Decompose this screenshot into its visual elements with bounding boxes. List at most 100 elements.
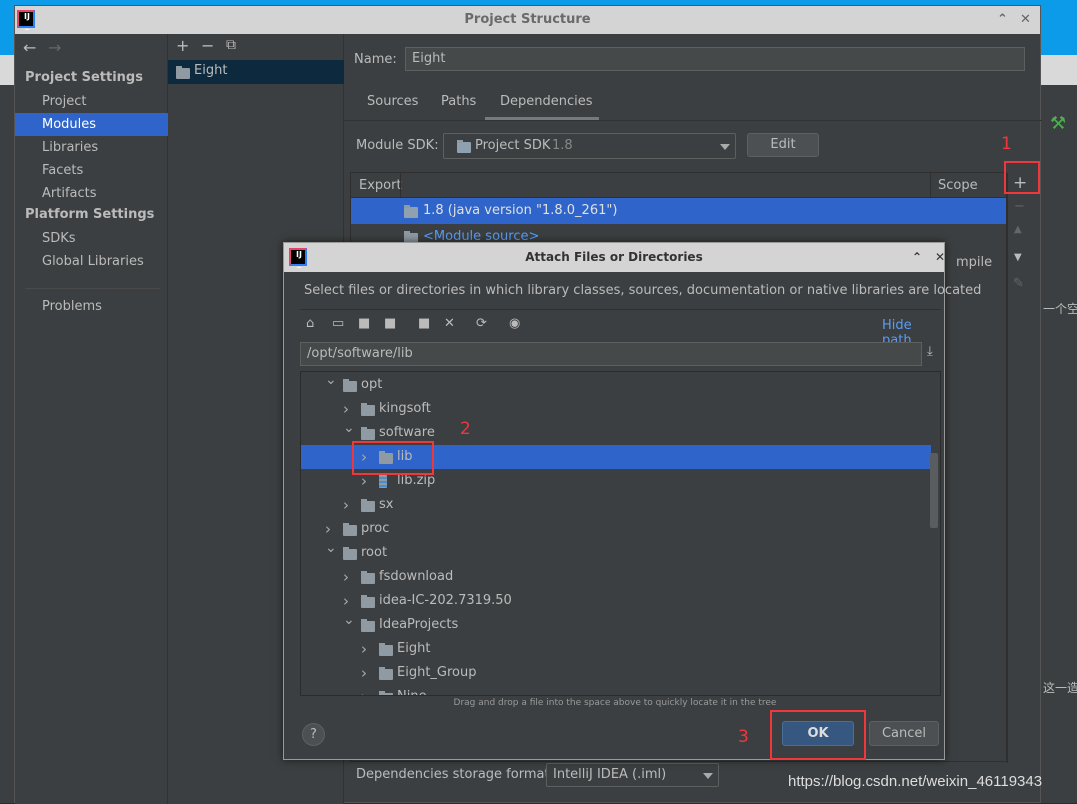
build-hammer-icon[interactable]: ⚒ — [1050, 113, 1066, 134]
home-icon[interactable]: ⌂ — [306, 316, 314, 331]
sidebar-item-facets[interactable]: Facets — [15, 159, 168, 182]
tree-node[interactable]: › Eight — [301, 637, 931, 661]
close-icon[interactable]: ✕ — [1020, 6, 1031, 34]
sidebar-item-sdks[interactable]: SDKs — [15, 227, 168, 250]
sidebar-item-problems[interactable]: Problems — [15, 295, 168, 318]
name-label: Name: — [354, 52, 397, 67]
annotation-number-1: 1 — [1001, 134, 1012, 154]
chevron-down-icon[interactable]: ⌄ — [325, 536, 337, 560]
tab-dependencies[interactable]: Dependencies — [500, 94, 593, 109]
move-up-icon[interactable]: ▲ — [1014, 224, 1022, 235]
column-scope[interactable]: Scope — [938, 178, 978, 193]
folder-icon — [361, 427, 375, 440]
background-text: 这一造 — [1043, 681, 1077, 695]
new-folder-icon[interactable]: ■ — [418, 316, 430, 331]
chevron-right-icon[interactable]: › — [361, 685, 367, 695]
tab-paths[interactable]: Paths — [441, 94, 476, 109]
back-arrow-icon[interactable]: ← — [23, 38, 36, 57]
tree-node[interactable]: › idea-IC-202.7319.50 — [301, 589, 931, 613]
cancel-button[interactable]: Cancel — [869, 721, 939, 746]
tree-node[interactable]: ⌄ IdeaProjects — [301, 612, 931, 637]
tree-node[interactable]: › sx — [301, 493, 931, 517]
tree-node-label: proc — [361, 521, 390, 536]
dialog-title: Attach Files or Directories — [525, 250, 703, 264]
chevron-right-icon[interactable]: › — [343, 493, 349, 517]
tree-node[interactable]: › proc — [301, 517, 931, 541]
sidebar-item-modules[interactable]: Modules — [15, 113, 168, 136]
forward-arrow-icon[interactable]: → — [48, 38, 61, 57]
section-platform-settings: Platform Settings — [25, 207, 155, 222]
tree-node[interactable]: › kingsoft — [301, 397, 931, 421]
tree-node-label: root — [361, 545, 388, 560]
chevron-right-icon[interactable]: › — [361, 661, 367, 685]
close-icon[interactable]: ✕ — [935, 243, 945, 272]
path-field[interactable]: /opt/software/lib — [300, 342, 922, 366]
sidebar-item-artifacts[interactable]: Artifacts — [15, 182, 168, 205]
zip-file-icon — [379, 473, 387, 488]
storage-format-value: IntelliJ IDEA (.iml) — [553, 767, 667, 782]
window-title: Project Structure — [464, 12, 591, 27]
help-button[interactable]: ? — [302, 723, 325, 746]
remove-icon[interactable]: − — [201, 36, 214, 55]
move-down-icon[interactable]: ▼ — [1014, 252, 1022, 263]
add-icon[interactable]: + — [176, 36, 189, 55]
project-folder-icon[interactable]: ■ — [358, 316, 370, 331]
tree-scrollbar[interactable] — [930, 453, 938, 528]
chevron-right-icon[interactable]: › — [343, 565, 349, 589]
scope-select[interactable]: mpile — [956, 255, 992, 270]
remove-dependency-icon[interactable]: − — [1014, 199, 1025, 214]
chevron-right-icon[interactable]: › — [361, 637, 367, 661]
module-sdk-select[interactable]: Project SDK 1.8 — [443, 133, 736, 159]
download-icon[interactable]: ⤓ — [927, 344, 933, 359]
sidebar-item-global-libraries[interactable]: Global Libraries — [15, 250, 168, 273]
tree-node-label: kingsoft — [379, 401, 431, 416]
watermark: https://blog.csdn.net/weixin_46119343 — [788, 773, 1043, 790]
delete-icon[interactable]: ✕ — [444, 316, 455, 331]
module-sdk-label: Module SDK: — [356, 138, 439, 153]
refresh-icon[interactable]: ⟳ — [476, 316, 487, 331]
sidebar-item-project[interactable]: Project — [15, 90, 168, 113]
divider — [25, 288, 160, 289]
table-row[interactable]: 1.8 (java version "1.8.0_261") — [351, 198, 1006, 224]
chevron-down-icon[interactable]: ⌄ — [325, 372, 337, 392]
file-tree[interactable]: ⌄ opt › kingsoft ⌄ software › lib › lib.zip › sx › pr… — [300, 371, 941, 696]
sdk-folder-icon — [457, 140, 471, 153]
tree-node-label: Nine — [397, 685, 427, 695]
sidebar: ← → Project Settings Project Modules Lib… — [15, 34, 168, 804]
storage-format-select[interactable]: IntelliJ IDEA (.iml) — [546, 763, 719, 787]
dialog-description: Select files or directories in which lib… — [304, 283, 982, 298]
divider — [1007, 173, 1008, 763]
folder-icon — [343, 379, 357, 392]
tree-node[interactable]: › Nine — [301, 685, 931, 695]
desktop-icon[interactable]: ▭ — [332, 316, 344, 331]
chevron-down-icon[interactable]: ⌄ — [343, 416, 355, 440]
tree-node-label: idea-IC-202.7319.50 — [379, 593, 512, 608]
tree-node-label: Eight_Group — [397, 665, 477, 680]
collapse-icon[interactable]: ⌃ — [997, 6, 1008, 34]
folder-icon — [343, 523, 357, 536]
divider — [300, 309, 941, 310]
attach-files-dialog: IJ _ Attach Files or Directories ⌃ ✕ Sele… — [283, 242, 981, 760]
copy-icon[interactable]: ⧉ — [226, 37, 236, 53]
tree-node[interactable]: ⌄ root — [301, 540, 931, 565]
edit-pencil-icon[interactable]: ✎ — [1013, 276, 1024, 291]
show-hidden-icon[interactable]: ◉ — [509, 316, 520, 331]
sdk-folder-icon — [404, 205, 418, 218]
annotation-box-3 — [770, 710, 866, 760]
module-item[interactable]: Eight — [168, 60, 344, 84]
column-export[interactable]: Export — [359, 178, 402, 193]
sidebar-item-libraries[interactable]: Libraries — [15, 136, 168, 159]
chevron-down-icon[interactable]: ⌄ — [343, 608, 355, 632]
folder-icon — [343, 547, 357, 560]
tree-node[interactable]: › fsdownload — [301, 565, 931, 589]
module-folder-icon[interactable]: ■ — [384, 316, 396, 331]
module-name-field[interactable]: Eight — [405, 47, 1025, 71]
tree-node[interactable]: ⌄ opt — [301, 372, 931, 397]
edit-sdk-button[interactable]: Edit — [747, 133, 819, 157]
chevron-down-icon — [703, 773, 713, 779]
collapse-icon[interactable]: ⌃ — [912, 243, 922, 272]
table-header: Export Scope — [351, 173, 1006, 198]
tab-sources[interactable]: Sources — [367, 94, 418, 109]
annotation-box-1 — [1004, 161, 1040, 194]
tree-node[interactable]: › Eight_Group — [301, 661, 931, 685]
